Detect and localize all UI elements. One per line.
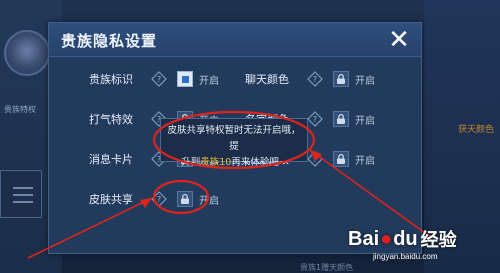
setting-state: 开启: [199, 195, 219, 207]
tooltip-line-2-pre: 升到: [181, 157, 201, 168]
info-icon[interactable]: ?: [307, 71, 323, 87]
dialog-header: 贵族隐私设置 ✕: [49, 23, 421, 57]
watermark-brand-a: Bai: [348, 227, 380, 250]
svg-text:?: ?: [313, 75, 317, 84]
watermark-url: jingyan.baidu.com: [373, 252, 438, 261]
info-icon[interactable]: ?: [151, 191, 167, 207]
paw-icon: ●: [380, 227, 393, 250]
watermark-brand-c: 经验: [420, 230, 457, 250]
tooltip-line-1: 皮肤共享特权暂时无法开启哦，提: [167, 125, 301, 152]
svg-text:?: ?: [157, 195, 161, 204]
tooltip-line-2: 升到贵族10再来体验吧~: [167, 155, 301, 171]
lock-icon[interactable]: [333, 151, 349, 167]
skin-share-tooltip: 皮肤共享特权暂时无法开启哦，提 升到贵族10再来体验吧~: [160, 118, 308, 168]
setting-state: 开启: [355, 155, 375, 167]
info-icon[interactable]: ?: [151, 71, 167, 87]
svg-text:?: ?: [313, 115, 317, 124]
lock-icon[interactable]: [177, 191, 193, 207]
setting-label: 聊天颜色: [245, 73, 289, 86]
tooltip-line-2-post: 再来体验吧~: [231, 157, 287, 168]
setting-noble-badge: 贵族标识 ? 开启: [89, 69, 219, 89]
close-icon: ✕: [388, 25, 410, 55]
lock-icon[interactable]: [333, 111, 349, 127]
setting-label: 贵族标识: [89, 73, 133, 86]
background-right-tag: 获天颜色: [457, 125, 494, 135]
background-menu-box[interactable]: [0, 170, 42, 218]
noble-privilege-label: 贵族特权: [4, 105, 36, 114]
setting-chat-color: 聊天颜色 ? 开启: [245, 69, 375, 89]
background-bottom-text: 贵族1赠天颜色: [300, 263, 354, 272]
svg-text:?: ?: [157, 75, 161, 84]
setting-label: 消息卡片: [89, 153, 133, 166]
setting-state: 开启: [199, 75, 219, 87]
lock-icon[interactable]: [333, 71, 349, 87]
noble-emblem-icon: [4, 30, 50, 76]
setting-label: 皮肤共享: [89, 193, 133, 206]
setting-state: 开启: [355, 75, 375, 87]
close-button[interactable]: ✕: [385, 26, 413, 54]
setting-skin-share: 皮肤共享 ? 开启: [89, 189, 219, 209]
setting-label: 打气特效: [89, 113, 133, 126]
watermark-brand-b: du: [393, 227, 418, 250]
dialog-title: 贵族隐私设置: [61, 32, 158, 50]
setting-state: 开启: [355, 115, 375, 127]
info-icon[interactable]: ?: [307, 111, 323, 127]
checkbox-icon[interactable]: [177, 71, 193, 87]
tooltip-noble-level: 贵族10: [200, 157, 232, 168]
baidu-jingyan-watermark: Bai ● du 经验: [348, 226, 457, 252]
info-icon[interactable]: ?: [307, 151, 323, 167]
svg-text:?: ?: [313, 155, 317, 164]
